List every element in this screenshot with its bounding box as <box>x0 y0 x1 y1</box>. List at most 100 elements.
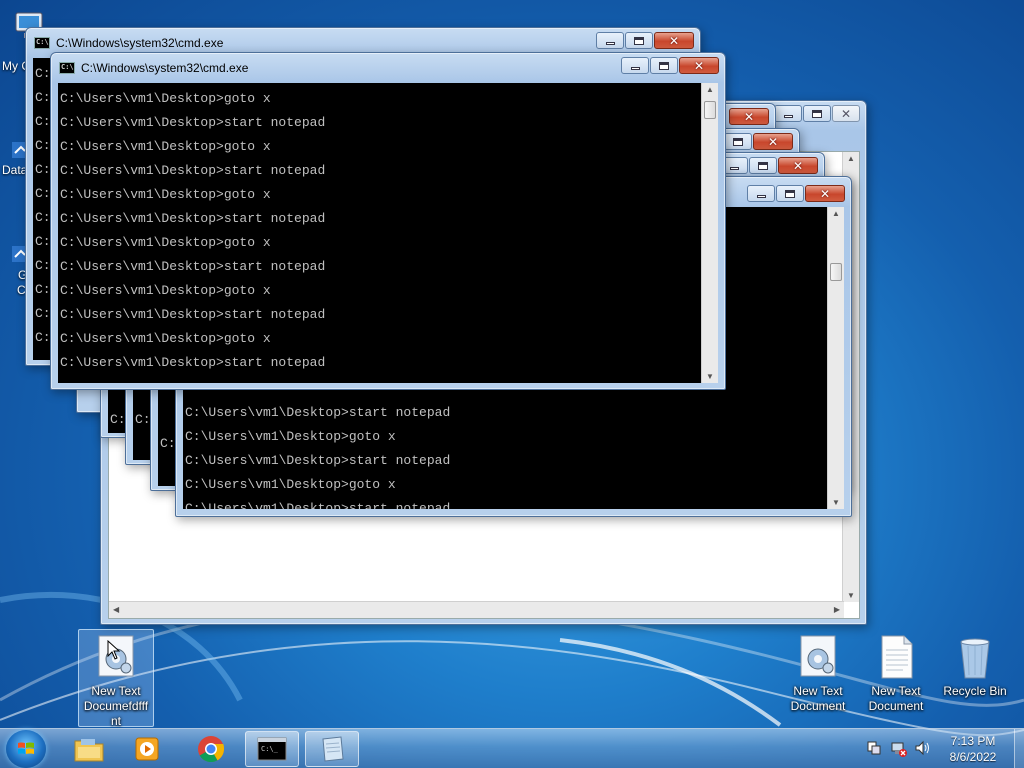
console-line: C:\Users\vm1\Desktop>start notepad <box>60 163 326 178</box>
command-prompt-icon: C:\_ <box>257 737 287 761</box>
clock-time: 7:13 PM <box>950 734 996 748</box>
minimize-button[interactable] <box>596 32 624 49</box>
window-controls: ✕ <box>729 108 769 125</box>
cmd-icon: C:\ <box>34 37 50 49</box>
window-controls: ✕ <box>720 157 818 174</box>
window-controls: ✕ <box>747 185 845 202</box>
text-document-gear-icon <box>795 634 841 680</box>
taskbar-windows-explorer[interactable] <box>62 731 116 767</box>
desktop-icon-label: New Text <box>871 684 921 698</box>
desktop-icon-new-text-documefdfffnt[interactable]: New Text Documefdfff nt <box>78 629 154 728</box>
maximize-button[interactable] <box>625 32 653 49</box>
desktop-icon-new-text-document-1[interactable]: New Text Document <box>780 634 856 714</box>
console-line: C:\Users\vm1\Desktop>start notepad <box>185 405 451 420</box>
scrollbar-thumb[interactable] <box>830 263 842 281</box>
cmd-window-front[interactable]: C:\ C:\Windows\system32\cmd.exe ✕ C:\Use… <box>50 52 726 390</box>
network-icon[interactable] <box>890 740 908 758</box>
desktop-icon-label: Documefdfff <box>83 699 149 713</box>
window-title-text: C:\Windows\system32\cmd.exe <box>56 36 224 50</box>
console-line: C: <box>35 162 51 177</box>
recycle-bin-icon <box>952 634 998 680</box>
console-line: C:\Users\vm1\Desktop>start notepad <box>185 501 451 509</box>
maximize-button[interactable] <box>650 57 678 74</box>
minimize-button[interactable] <box>774 105 802 122</box>
console-line: C:\Users\vm1\Desktop>start notepad <box>60 355 326 370</box>
system-tray <box>862 736 934 762</box>
console-line: C: <box>35 114 51 129</box>
console-line: C:\Users\vm1\Desktop>start notepad <box>60 211 326 226</box>
window-title: C:\ C:\Windows\system32\cmd.exe <box>34 35 223 51</box>
window-controls: ✕ <box>621 57 719 74</box>
maximize-button[interactable] <box>776 185 804 202</box>
console-line: C: <box>35 138 51 153</box>
desktop-icon-label: nt <box>110 714 121 728</box>
minimize-button[interactable] <box>621 57 649 74</box>
chrome-icon <box>198 736 225 763</box>
window-controls: ✕ <box>724 133 793 150</box>
console-line: C: <box>35 186 51 201</box>
close-button[interactable]: ✕ <box>805 185 845 202</box>
window-title: C:\ C:\Windows\system32\cmd.exe <box>59 60 248 76</box>
cmd-icon: C:\ <box>59 62 75 74</box>
console-line: C:\Users\vm1\Desktop>goto x <box>60 235 271 250</box>
notepad-horizontal-scrollbar[interactable]: ◀ ▶ <box>109 601 844 618</box>
notepad-icon <box>322 736 344 762</box>
windows-logo-icon <box>18 742 34 754</box>
console-vertical-scrollbar[interactable]: ▲ ▼ <box>827 207 844 509</box>
window-controls: ✕ <box>774 105 860 122</box>
desktop-icon-label: New Text <box>793 684 843 698</box>
console-line: C:\Users\vm1\Desktop>goto x <box>60 187 271 202</box>
maximize-button[interactable] <box>724 133 752 150</box>
action-center-icon[interactable] <box>866 740 882 756</box>
close-button[interactable]: ✕ <box>778 157 818 174</box>
folder-icon <box>74 739 104 762</box>
window-title-text: C:\Windows\system32\cmd.exe <box>81 61 249 75</box>
text-document-gear-icon <box>93 634 139 680</box>
database-shortcut-label: Data <box>2 163 28 177</box>
desktop-icon-recycle-bin[interactable]: Recycle Bin <box>937 634 1013 699</box>
close-button[interactable]: ✕ <box>729 108 769 125</box>
volume-icon[interactable] <box>914 740 932 756</box>
console-line: C:\Users\vm1\Desktop>start notepad <box>60 115 326 130</box>
desktop-icon-label: Document <box>790 699 846 713</box>
taskbar-windows-media-player[interactable] <box>120 731 174 767</box>
show-desktop-button[interactable] <box>1014 729 1024 768</box>
close-button[interactable]: ✕ <box>654 32 694 49</box>
close-button[interactable]: ✕ <box>832 105 860 122</box>
taskbar-google-chrome[interactable] <box>184 731 238 767</box>
mouse-cursor-icon <box>107 640 121 660</box>
desktop-icon-new-text-document-2[interactable]: New Text Document <box>858 634 934 714</box>
window-controls: ✕ <box>596 32 694 49</box>
minimize-button[interactable] <box>747 185 775 202</box>
console-vertical-scrollbar[interactable]: ▲ ▼ <box>701 83 718 383</box>
console-line: C:\Users\vm1\Desktop>goto x <box>60 283 271 298</box>
start-button[interactable] <box>6 730 46 768</box>
close-button[interactable]: ✕ <box>679 57 719 74</box>
console-output[interactable]: C:\Users\vm1\Desktop>goto x C:\Users\vm1… <box>58 83 701 383</box>
console-line: C: <box>35 306 51 321</box>
taskbar-clock[interactable]: 7:13 PM 8/6/2022 <box>936 733 1010 765</box>
svg-text:C:\_: C:\_ <box>261 745 279 753</box>
console-line: C:\Users\vm1\Desktop>goto x <box>60 91 271 106</box>
media-player-icon <box>135 737 159 761</box>
console-line: C:\Users\vm1\Desktop>start notepad <box>185 453 451 468</box>
maximize-button[interactable] <box>749 157 777 174</box>
console-line: C:\Users\vm1\Desktop>start notepad <box>60 307 326 322</box>
clock-date: 8/6/2022 <box>949 750 997 764</box>
desktop-icon-label: Recycle Bin <box>943 684 1007 698</box>
desktop-icon-label: Document <box>868 699 924 713</box>
desktop-icon-label: New Text <box>91 684 141 698</box>
console-line: C: <box>35 330 51 345</box>
close-button[interactable]: ✕ <box>753 133 793 150</box>
maximize-button[interactable] <box>803 105 831 122</box>
console-line: C:\Users\vm1\Desktop>goto x <box>185 477 396 492</box>
console-line: C: <box>35 234 51 249</box>
taskbar-notepad[interactable] <box>305 731 359 767</box>
taskbar-command-prompt[interactable]: C:\_ <box>245 731 299 767</box>
scrollbar-thumb[interactable] <box>704 101 716 119</box>
console-line: C:\Users\vm1\Desktop>goto x <box>60 331 271 346</box>
console-line: C: <box>35 90 51 105</box>
console-line: C:\Users\vm1\Desktop>start notepad <box>60 259 326 274</box>
console-line: C:\Users\vm1\Desktop>goto x <box>185 429 396 444</box>
text-document-icon <box>873 634 919 680</box>
